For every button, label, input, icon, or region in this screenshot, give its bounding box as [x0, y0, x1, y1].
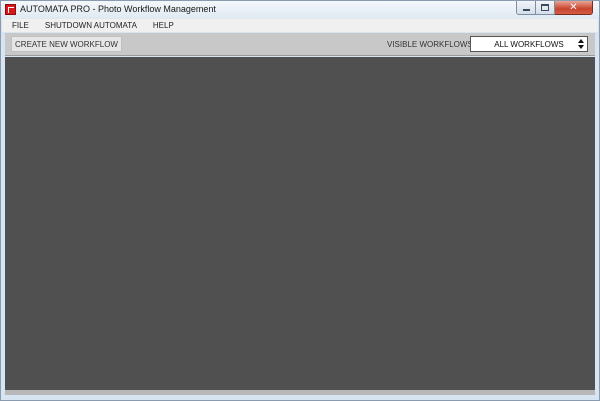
- minimize-icon: [522, 9, 530, 11]
- visible-workflows-label: VISIBLE WORKFLOWS: [387, 40, 473, 49]
- workflow-workspace[interactable]: [5, 57, 595, 390]
- menu-file[interactable]: FILE: [2, 19, 35, 32]
- menu-shutdown-automata[interactable]: SHUTDOWN AUTOMATA: [39, 19, 143, 32]
- close-icon: ✕: [569, 1, 578, 13]
- title-bar[interactable]: AUTOMATA PRO - Photo Workflow Management…: [1, 1, 599, 19]
- window-bottom-frame: [1, 395, 599, 400]
- menu-help[interactable]: HELP: [147, 19, 180, 32]
- minimize-button[interactable]: [516, 1, 536, 15]
- close-button[interactable]: ✕: [555, 1, 593, 15]
- maximize-icon: [541, 4, 549, 11]
- maximize-button[interactable]: [536, 1, 555, 15]
- toolbar: CREATE NEW WORKFLOW VISIBLE WORKFLOWS AL…: [5, 33, 595, 56]
- visible-workflows-select[interactable]: ALL WORKFLOWS: [470, 36, 588, 52]
- app-icon[interactable]: [5, 4, 16, 15]
- menu-bar: FILE SHUTDOWN AUTOMATA HELP: [2, 19, 598, 32]
- select-updown-icon: [578, 39, 584, 49]
- visible-workflows-value: ALL WORKFLOWS: [494, 39, 564, 49]
- caption-buttons: ✕: [516, 1, 593, 15]
- app-window: AUTOMATA PRO - Photo Workflow Management…: [0, 0, 600, 401]
- create-new-workflow-button[interactable]: CREATE NEW WORKFLOW: [11, 36, 122, 52]
- window-title: AUTOMATA PRO - Photo Workflow Management: [20, 4, 216, 14]
